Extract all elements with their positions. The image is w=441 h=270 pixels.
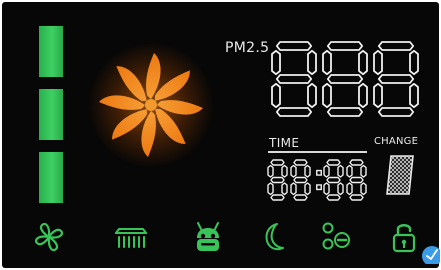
- sleep-moon-icon[interactable]: [254, 220, 292, 254]
- level-bar-top: [39, 26, 63, 77]
- speed-level-icon[interactable]: [317, 220, 355, 254]
- filter-mesh-icon: [385, 154, 415, 196]
- change-filter-label: CHANGE: [374, 136, 419, 147]
- time-divider: [268, 151, 367, 153]
- control-panel-display: PM2.5 TIME CHANGE: [2, 2, 439, 268]
- check-icon[interactable]: [420, 244, 440, 264]
- time-label: TIME: [269, 136, 300, 150]
- level-bar-bottom: [39, 152, 63, 203]
- time-readout: [267, 159, 367, 201]
- fan-icon: [88, 42, 214, 168]
- level-bar-middle: [39, 89, 63, 140]
- pm25-readout: [271, 41, 419, 117]
- heater-icon[interactable]: [112, 220, 150, 254]
- pm25-label: PM2.5: [225, 40, 270, 56]
- child-lock-icon[interactable]: [385, 220, 423, 254]
- fan-mode-icon[interactable]: [30, 220, 68, 254]
- auto-robot-icon[interactable]: [189, 220, 227, 254]
